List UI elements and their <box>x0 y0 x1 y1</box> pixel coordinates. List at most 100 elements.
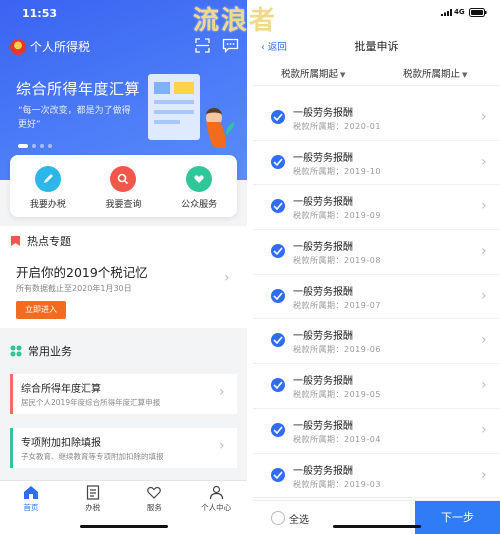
list-item[interactable]: 一般劳务报酬 税款所属期：2019-04 › <box>253 409 500 454</box>
quick-action-label: 公众服务 <box>181 200 218 210</box>
item-period: 税款所属期：2019-05 <box>293 390 381 400</box>
business-item-subtitle: 子女教育、继续教育等专项附加扣除的填报 <box>21 452 164 461</box>
tab-label: 办税 <box>85 503 101 512</box>
status-bar: 4G <box>253 0 500 28</box>
item-title: 一般劳务报酬 <box>293 152 353 164</box>
checkbox-checked-icon[interactable] <box>271 378 285 393</box>
checkbox-checked-icon[interactable] <box>271 333 285 348</box>
tab-profile[interactable]: 个人中心 <box>189 481 244 534</box>
tax-emblem-icon <box>10 39 26 55</box>
caret-down-icon: ▼ <box>462 71 468 79</box>
grid-icon <box>10 345 22 357</box>
item-period: 税款所属期：2019-06 <box>293 345 381 355</box>
chevron-right-icon: › <box>481 421 487 438</box>
left-phone-screen: 11:53 个人所得税 综合所得年度汇算 “每一次改变，都是为了做得更好” 我要… <box>0 0 247 534</box>
checkbox-checked-icon[interactable] <box>271 110 285 124</box>
list-item[interactable]: 一般劳务报酬 税款所属期：2019-07 › <box>253 275 500 320</box>
item-period: 税款所属期：2019-09 <box>293 211 381 221</box>
filter-period-end[interactable]: 税款所属期止 ▼ <box>403 66 467 80</box>
message-icon[interactable] <box>222 38 239 53</box>
checkbox-checked-icon[interactable] <box>271 467 285 482</box>
banner-title[interactable]: 综合所得年度汇算 <box>16 78 140 99</box>
item-period: 税款所属期：2020-01 <box>293 122 381 131</box>
tab-label: 个人中心 <box>201 503 232 512</box>
select-all-label[interactable]: 全选 <box>289 511 309 526</box>
quick-actions-card: 我要办税 我要查询 公众服务 <box>10 155 237 217</box>
hot-topic-section: 热点专题 开启你的2019个税记忆 所有数据截止至2020年1月30日 立即进入… <box>0 226 247 328</box>
signal-icon <box>441 9 452 16</box>
item-title: 一般劳务报酬 <box>293 242 353 254</box>
checkbox-checked-icon[interactable] <box>271 154 285 169</box>
hot-topic-subtitle: 所有数据截止至2020年1月30日 <box>16 284 132 293</box>
select-all-checkbox[interactable] <box>271 511 285 525</box>
business-item-title: 综合所得年度汇算 <box>21 384 101 395</box>
caret-down-icon: ▼ <box>340 71 346 79</box>
battery-icon <box>469 8 487 17</box>
tab-label: 首页 <box>23 503 39 512</box>
list-item[interactable]: 一般劳务报酬 税款所属期：2019-09 › <box>253 185 500 231</box>
hot-topic-title[interactable]: 开启你的2019个税记忆 <box>16 262 148 281</box>
enter-now-button[interactable]: 立即进入 <box>16 301 66 319</box>
next-step-button[interactable]: 下一步 <box>415 501 500 534</box>
appeal-record-list: 一般劳务报酬 税款所属期：2020-01 › 一般劳务报酬 税款所属期：2019-10 ›… <box>253 96 500 499</box>
chevron-right-icon: › <box>481 377 487 394</box>
checkbox-checked-icon[interactable] <box>271 244 285 259</box>
common-business-section: 常用业务 <box>0 336 247 366</box>
bookmark-icon <box>11 236 20 246</box>
list-item[interactable]: 一般劳务报酬 税款所属期：2019-10 › <box>253 141 500 186</box>
chevron-right-icon[interactable]: › <box>224 270 230 286</box>
chevron-right-icon: › <box>481 243 487 260</box>
business-item-annual-settlement[interactable]: 综合所得年度汇算 居民个人2019年度综合所得年度汇算申报 › <box>10 374 237 414</box>
quick-action-query[interactable]: 我要查询 <box>88 166 158 210</box>
business-item-title: 专项附加扣除填报 <box>21 438 101 449</box>
checkbox-checked-icon[interactable] <box>271 199 285 214</box>
banner-pagination <box>18 144 52 148</box>
filter-label: 税款所属期起 <box>281 69 339 80</box>
chevron-right-icon: › <box>481 466 487 483</box>
pen-icon <box>34 166 61 192</box>
business-item-subtitle: 居民个人2019年度综合所得年度汇算申报 <box>21 398 161 407</box>
list-item[interactable]: 一般劳务报酬 税款所属期：2020-01 › <box>253 96 500 141</box>
item-period: 税款所属期：2019-08 <box>293 256 381 266</box>
checkbox-checked-icon[interactable] <box>271 288 285 303</box>
common-business-header: 常用业务 <box>0 336 247 366</box>
section-label: 常用业务 <box>28 345 72 358</box>
list-item[interactable]: 一般劳务报酬税款所属期：2019-08 › <box>253 230 500 275</box>
business-item-special-deduction[interactable]: 专项附加扣除填报 子女教育、继续教育等专项附加扣除的填报 › <box>10 428 237 468</box>
scan-icon[interactable] <box>195 38 210 53</box>
banner-subtitle: “每一次改变，都是为了做得更好” <box>18 106 131 130</box>
network-type: 4G <box>454 8 465 16</box>
quick-action-label: 我要查询 <box>105 200 142 210</box>
tax-form-illustration-icon <box>148 74 234 148</box>
period-filters: 税款所属期起 ▼ 税款所属期止 ▼ <box>253 60 500 86</box>
home-indicator <box>80 525 168 528</box>
app-title: 个人所得税 <box>30 40 91 54</box>
item-title: 一般劳务报酬 <box>293 331 353 343</box>
search-icon <box>110 166 137 192</box>
checkbox-checked-icon[interactable] <box>271 422 285 437</box>
chevron-right-icon: › <box>481 287 487 304</box>
filter-label: 税款所属期止 <box>403 69 461 80</box>
heart-icon <box>147 486 162 499</box>
user-icon <box>209 485 223 500</box>
quick-action-public-service[interactable]: 公众服务 <box>164 166 234 210</box>
document-icon <box>86 485 99 500</box>
filter-period-start[interactable]: 税款所属期起 ▼ <box>281 66 345 80</box>
item-title: 一般劳务报酬 <box>293 376 353 388</box>
item-period: 税款所属期：2019-03 <box>293 479 381 489</box>
chevron-right-icon: › <box>481 332 487 349</box>
quick-action-label: 我要办税 <box>29 200 66 210</box>
section-label: 热点专题 <box>27 235 71 248</box>
home-indicator <box>333 525 421 528</box>
list-item[interactable]: 一般劳务报酬税款所属期：2019-03 › <box>253 454 500 499</box>
list-item[interactable]: 一般劳务报酬税款所属期：2019-05 › <box>253 364 500 409</box>
item-title: 一般劳务报酬 <box>293 197 353 209</box>
heart-hand-icon <box>186 166 213 192</box>
list-item[interactable]: 一般劳务报酬税款所属期：2019-06 › <box>253 319 500 365</box>
item-title: 一般劳务报酬 <box>293 465 353 477</box>
chevron-right-icon: › <box>481 109 487 125</box>
tab-home[interactable]: 首页 <box>3 481 58 534</box>
home-icon <box>23 486 38 499</box>
chevron-right-icon: › <box>219 438 225 454</box>
quick-action-file-tax[interactable]: 我要办税 <box>13 166 83 210</box>
